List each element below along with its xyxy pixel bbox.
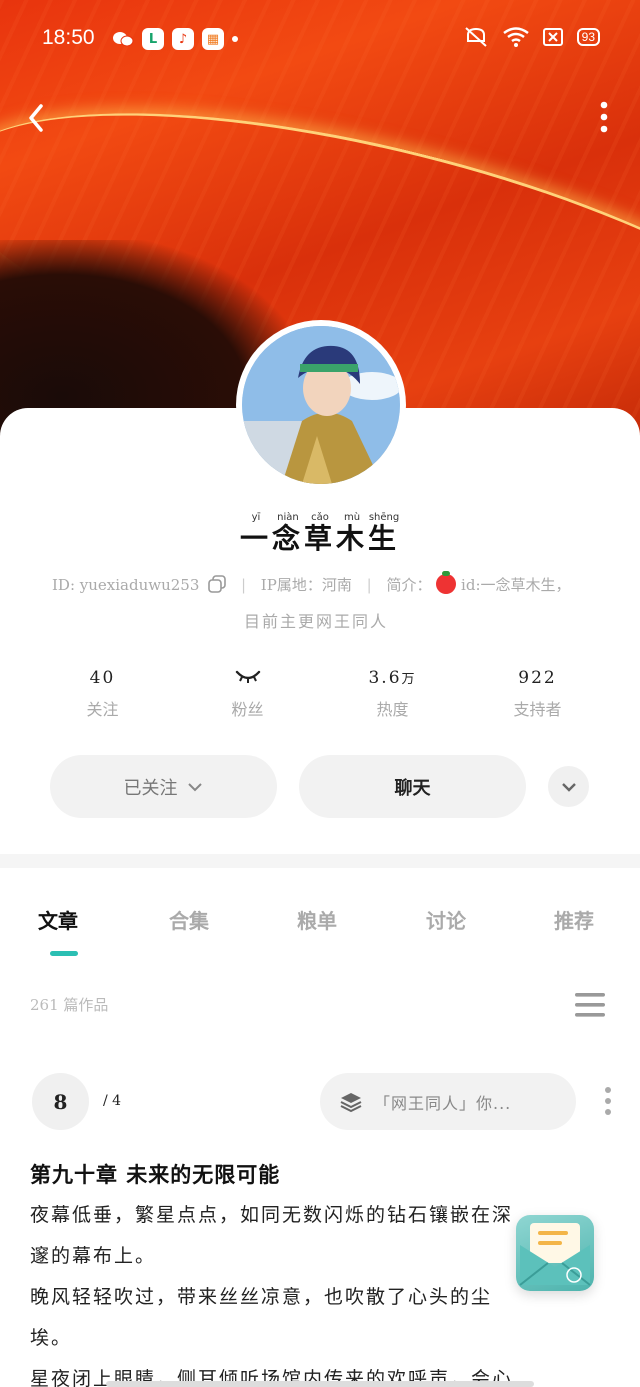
expand-button[interactable]: [548, 766, 589, 807]
section-divider: [0, 854, 640, 868]
status-app-icons: L ♪ ▦: [112, 28, 238, 50]
stat-heat-unit: 万: [401, 672, 417, 687]
stat-supporters-label: 支持者: [513, 700, 562, 719]
ip-value: 河南: [321, 576, 352, 594]
notification-dot-icon: [232, 36, 238, 42]
content-tabs: 文章 合集 粮单 讨论 推荐: [0, 893, 640, 953]
meta-separator: |: [240, 576, 247, 594]
ip-label: IP属地：: [260, 576, 322, 594]
home-indicator: [106, 1381, 534, 1387]
stat-heat[interactable]: 3.6万 热度: [323, 668, 463, 720]
bio-line1: id:一念草木生，: [461, 576, 571, 594]
mute-icon: [464, 27, 487, 47]
hidden-eye-icon: [235, 670, 260, 683]
stat-fans-label: 粉丝: [231, 700, 264, 719]
meta-separator: |: [366, 576, 372, 594]
page-current[interactable]: 8: [32, 1073, 89, 1130]
stat-fans[interactable]: 粉丝: [178, 668, 318, 720]
avatar-illustration: [242, 326, 400, 484]
follow-button-label: 已关注: [123, 777, 178, 799]
layers-icon: [340, 1092, 362, 1112]
stat-fans-value: [178, 668, 318, 696]
page-total: / 4: [103, 1093, 122, 1109]
status-bar: 18:50 L ♪ ▦ 93: [0, 0, 640, 78]
tab-indicator: [50, 951, 78, 956]
tomato-icon: [436, 571, 457, 594]
copy-icon[interactable]: [208, 575, 226, 593]
music-app-icon: ♪: [172, 28, 194, 50]
mail-icon: [519, 1223, 591, 1286]
profile-name: 一yī念niàn草cǎo木mù生shēng: [239, 512, 401, 555]
app-grid-icon: ▦: [202, 28, 224, 50]
more-vertical-icon[interactable]: [603, 1086, 613, 1116]
works-count-number: 261: [30, 996, 59, 1014]
back-icon[interactable]: [22, 100, 52, 136]
filter-text: 「网王同人」你...: [374, 1093, 512, 1113]
stat-following-label: 关注: [86, 700, 119, 719]
wifi-icon: [502, 27, 529, 47]
follow-button[interactable]: 已关注: [50, 755, 277, 818]
works-count: 261 篇作品: [30, 994, 108, 1015]
status-right-icons: 93: [463, 26, 600, 48]
stat-supporters[interactable]: 922 支持者: [468, 668, 608, 720]
more-vertical-icon[interactable]: [596, 100, 612, 136]
stat-heat-value: 3.6万: [368, 668, 417, 688]
profile-name-block: 一yī念niàn草cǎo木mù生shēng: [0, 512, 640, 557]
bio-label: 简介：: [386, 576, 432, 594]
stat-supporters-value: 922: [518, 668, 557, 688]
avatar-image: [242, 326, 400, 484]
battery-indicator: 93: [576, 28, 600, 46]
tab-lists[interactable]: 粮单: [297, 905, 337, 934]
profile-id: ID: yuexiaduwu253: [52, 576, 200, 594]
article-line: 埃。: [30, 1327, 73, 1349]
tab-articles[interactable]: 文章: [38, 905, 78, 934]
tab-discussion[interactable]: 讨论: [426, 905, 466, 934]
list-view-icon[interactable]: [575, 992, 605, 1018]
wechat-icon: [112, 28, 134, 50]
avatar[interactable]: [236, 320, 406, 490]
sim-off-icon: [542, 28, 563, 46]
collection-filter[interactable]: 「网王同人」你...: [320, 1073, 576, 1130]
chat-button-label: 聊天: [394, 777, 431, 799]
article-title: 第九十章 未来的无限可能: [30, 1162, 281, 1187]
chevron-down-icon: [187, 782, 202, 791]
tab-recommend[interactable]: 推荐: [554, 905, 594, 934]
stat-heat-label: 热度: [376, 700, 409, 719]
stat-following-value: 40: [89, 668, 116, 688]
profile-meta: ID: yuexiaduwu253 | IP属地：河南 | 简介： id:一念草…: [52, 571, 612, 595]
chevron-down-icon: [561, 782, 576, 792]
chat-button[interactable]: 聊天: [299, 755, 526, 818]
app-l-icon: L: [142, 28, 164, 50]
works-count-unit: 篇作品: [63, 996, 109, 1014]
tab-collections[interactable]: 合集: [169, 905, 209, 934]
status-time: 18:50: [42, 26, 95, 49]
stat-following[interactable]: 40 关注: [33, 668, 173, 720]
bio-line2: 目前主更网王同人: [244, 612, 389, 631]
profile-stats: 40 关注 粉丝 3.6万 热度 922 支持者: [30, 668, 610, 720]
floating-mail-button[interactable]: [516, 1215, 594, 1291]
